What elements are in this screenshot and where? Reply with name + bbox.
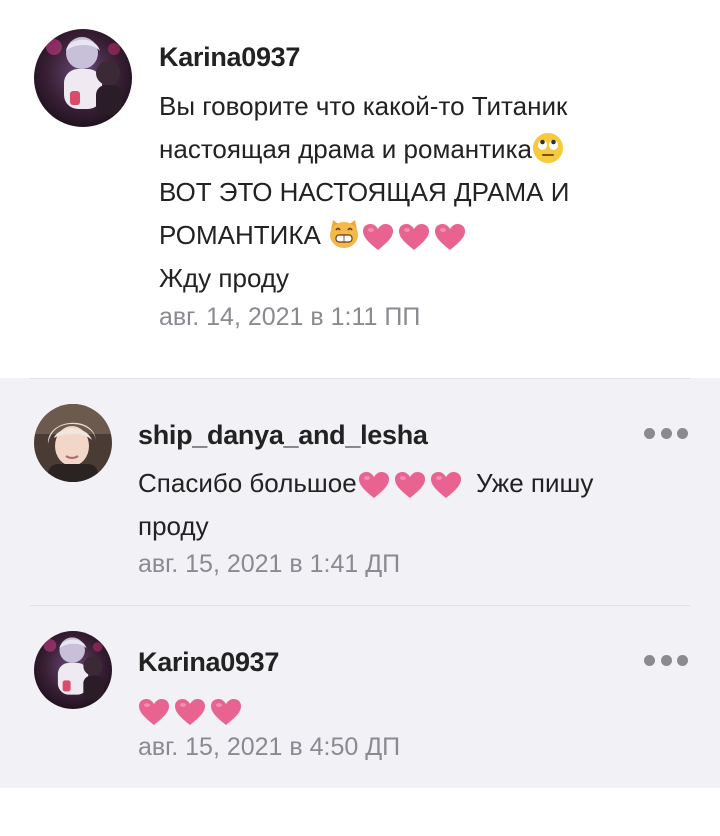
heart-icon	[394, 471, 426, 499]
comment-username[interactable]: Karina0937	[138, 647, 279, 678]
heart-icon	[430, 471, 462, 499]
comment-line	[138, 689, 242, 732]
comment-line: РОМАНТИКА	[159, 214, 569, 257]
comment-line: ВОТ ЭТО НАСТОЯЩАЯ ДРАМА И	[159, 177, 570, 207]
heart-icon	[398, 223, 430, 251]
comment-username[interactable]: ship_danya_and_lesha	[138, 420, 428, 451]
dot-icon	[644, 427, 655, 439]
heart-icon	[210, 698, 242, 726]
comment-text: Спасибо большое Уже пишу проду	[138, 462, 593, 548]
reply-comment: Karina0937 авг. 15, 2021 в 4:50 ДП	[0, 605, 720, 788]
user-avatar-photo	[34, 29, 132, 127]
avatar[interactable]	[34, 404, 112, 482]
heart-icon	[138, 698, 170, 726]
comment-line: Жду проду	[159, 263, 289, 293]
avatar[interactable]	[34, 631, 112, 709]
comment-date: авг. 15, 2021 в 4:50 ДП	[138, 733, 401, 761]
face-with-rolling-eyes-icon	[532, 133, 563, 164]
comment-username[interactable]: Karina0937	[159, 42, 300, 73]
comment-text: Вы говорите что какой-то Титаник настоящ…	[159, 85, 569, 300]
heart-icon	[358, 471, 390, 499]
comment: Karina0937 Вы говорите что какой-то Тита…	[0, 0, 720, 365]
more-options-icon[interactable]	[644, 654, 688, 666]
comment-text	[138, 689, 242, 732]
comment-line-text: настоящая драма и романтика	[159, 134, 532, 164]
user-avatar-photo	[34, 404, 112, 482]
comment-date: авг. 15, 2021 в 1:41 ДП	[138, 550, 401, 578]
dot-icon	[660, 654, 672, 666]
dot-icon	[660, 427, 672, 439]
grinning-cat-icon	[330, 220, 359, 249]
comment-line: настоящая драма и романтика	[159, 128, 569, 171]
comment-line-text: Уже пишу	[476, 468, 594, 498]
avatar[interactable]	[34, 29, 132, 127]
comment-line: проду	[138, 511, 209, 541]
reply-comment: ship_danya_and_lesha Спасибо большое Уже…	[0, 378, 720, 605]
comment-line: Спасибо большое Уже пишу	[138, 462, 593, 505]
heart-icon	[174, 698, 206, 726]
more-options-icon[interactable]	[644, 427, 688, 439]
page-footer-space	[0, 788, 720, 836]
comment-line-text: РОМАНТИКА	[159, 220, 321, 250]
comment-line: Вы говорите что какой-то Титаник	[159, 91, 568, 121]
heart-icon	[434, 223, 466, 251]
divider	[30, 605, 690, 606]
comment-date: авг. 14, 2021 в 1:11 ПП	[159, 303, 421, 331]
comment-line-text: Спасибо большое	[138, 468, 357, 498]
user-avatar-photo	[34, 631, 112, 709]
heart-icon	[362, 223, 394, 251]
dot-icon	[677, 427, 688, 439]
dot-icon	[677, 654, 688, 666]
dot-icon	[644, 654, 655, 666]
divider	[30, 378, 690, 379]
